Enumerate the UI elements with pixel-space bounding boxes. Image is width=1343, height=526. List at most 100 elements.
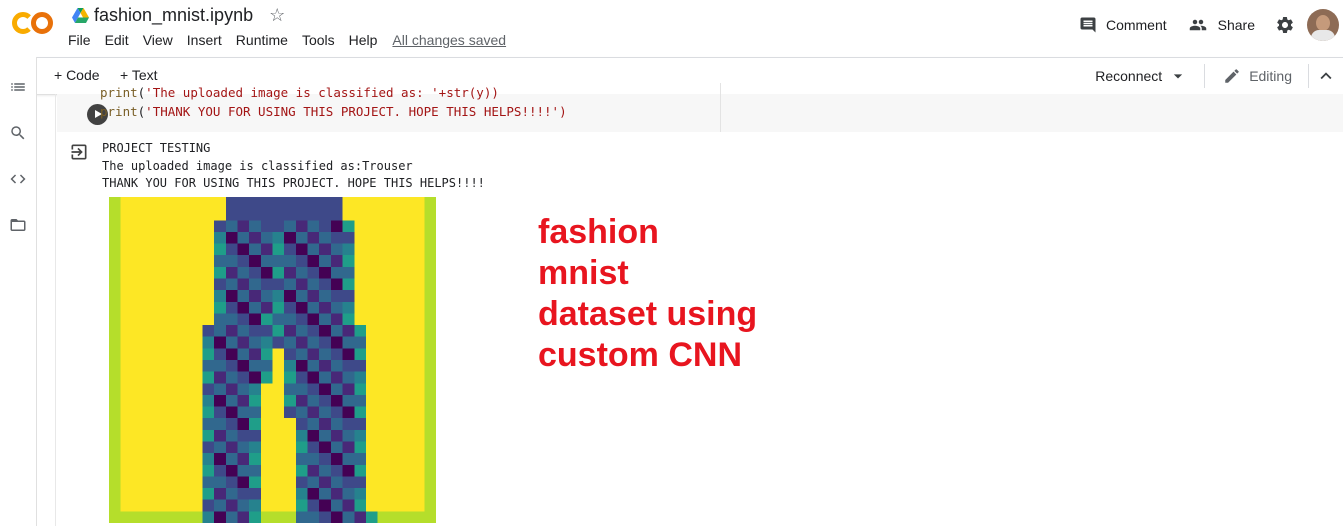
- image-pixel: [155, 220, 168, 233]
- image-pixel: [284, 313, 297, 326]
- folder-icon[interactable]: [8, 215, 28, 235]
- image-pixel: [307, 360, 320, 372]
- image-pixel: [120, 383, 133, 396]
- image-pixel: [144, 511, 156, 523]
- image-pixel: [179, 476, 191, 489]
- image-pixel: [155, 383, 168, 396]
- image-pixel: [272, 488, 285, 500]
- settings-button[interactable]: [1275, 15, 1295, 35]
- image-pixel: [190, 255, 203, 268]
- image-pixel: [109, 336, 121, 349]
- image-pixel: [400, 290, 413, 303]
- toolbar-divider: [1204, 64, 1206, 88]
- image-pixel: [284, 453, 297, 466]
- image-pixel: [214, 406, 227, 419]
- image-pixel: [132, 429, 145, 442]
- image-pixel: [260, 499, 273, 512]
- image-pixel: [120, 197, 133, 209]
- image-pixel: [400, 371, 413, 384]
- image-pixel: [342, 511, 355, 523]
- toc-icon[interactable]: [8, 77, 28, 97]
- image-pixel: [214, 220, 227, 233]
- image-pixel: [307, 255, 320, 268]
- add-code-button[interactable]: + Code: [54, 67, 100, 83]
- colab-logo-icon[interactable]: [12, 11, 54, 35]
- menu-runtime[interactable]: Runtime: [236, 32, 288, 48]
- image-pixel: [389, 313, 402, 326]
- image-pixel: [132, 464, 145, 477]
- image-pixel: [319, 336, 332, 349]
- image-pixel: [354, 429, 367, 442]
- image-pixel: [167, 220, 180, 233]
- image-pixel: [190, 208, 203, 221]
- collapse-header-button[interactable]: [1315, 65, 1337, 87]
- menu-insert[interactable]: Insert: [187, 32, 222, 48]
- image-pixel: [132, 325, 145, 337]
- menu-help[interactable]: Help: [349, 32, 378, 48]
- image-pixel: [295, 394, 308, 407]
- image-pixel: [237, 278, 250, 291]
- image-pixel: [225, 383, 238, 396]
- image-pixel: [225, 290, 238, 303]
- menu-edit[interactable]: Edit: [105, 32, 129, 48]
- image-pixel: [260, 360, 273, 372]
- image-pixel: [272, 197, 285, 209]
- image-pixel: [400, 383, 413, 396]
- code-cell[interactable]: print('The uploaded image is classified …: [57, 83, 1343, 132]
- image-pixel: [109, 255, 121, 268]
- image-pixel: [179, 313, 191, 326]
- image-pixel: [330, 429, 343, 442]
- image-pixel: [109, 511, 121, 523]
- image-pixel: [400, 255, 413, 268]
- image-pixel: [412, 441, 425, 454]
- comment-button[interactable]: Comment: [1079, 16, 1167, 34]
- image-pixel: [167, 476, 180, 489]
- image-pixel: [144, 301, 156, 314]
- image-pixel: [412, 499, 425, 512]
- image-pixel: [365, 278, 378, 291]
- image-pixel: [155, 488, 168, 500]
- image-pixel: [155, 453, 168, 466]
- image-pixel: [190, 220, 203, 233]
- image-pixel: [237, 394, 250, 407]
- drive-icon[interactable]: [72, 7, 89, 23]
- image-pixel: [307, 231, 320, 244]
- image-pixel: [389, 453, 402, 466]
- menu-view[interactable]: View: [143, 32, 173, 48]
- menu-file[interactable]: File: [68, 32, 91, 48]
- image-pixel: [202, 394, 215, 407]
- image-pixel: [144, 371, 156, 384]
- reconnect-button[interactable]: Reconnect: [1095, 66, 1188, 86]
- save-status[interactable]: All changes saved: [392, 32, 506, 48]
- image-pixel: [179, 301, 191, 314]
- image-pixel: [389, 301, 402, 314]
- image-pixel: [179, 418, 191, 431]
- output-icon[interactable]: [69, 142, 89, 162]
- image-pixel: [132, 290, 145, 303]
- share-button[interactable]: Share: [1187, 16, 1255, 34]
- image-pixel: [400, 441, 413, 454]
- image-pixel: [377, 313, 390, 326]
- code-snippets-icon[interactable]: [8, 169, 28, 189]
- editing-mode-button[interactable]: Editing: [1223, 67, 1292, 85]
- image-pixel: [307, 243, 320, 256]
- star-icon[interactable]: ☆: [269, 5, 285, 26]
- image-pixel: [179, 406, 191, 419]
- notebook-title[interactable]: fashion_mnist.ipynb: [94, 5, 253, 26]
- image-pixel: [237, 336, 250, 349]
- image-pixel: [202, 383, 215, 396]
- image-pixel: [389, 336, 402, 349]
- code-editor[interactable]: print('The uploaded image is classified …: [100, 83, 721, 132]
- image-pixel: [167, 231, 180, 244]
- avatar[interactable]: [1307, 9, 1339, 41]
- image-pixel: [295, 301, 308, 314]
- image-pixel: [202, 220, 215, 233]
- image-pixel: [272, 231, 285, 244]
- image-pixel: [249, 336, 262, 349]
- image-pixel: [412, 383, 425, 396]
- image-pixel: [167, 441, 180, 454]
- chevron-up-icon: [1320, 72, 1332, 80]
- search-icon[interactable]: [8, 123, 28, 143]
- menu-tools[interactable]: Tools: [302, 32, 335, 48]
- add-text-button[interactable]: + Text: [120, 67, 158, 83]
